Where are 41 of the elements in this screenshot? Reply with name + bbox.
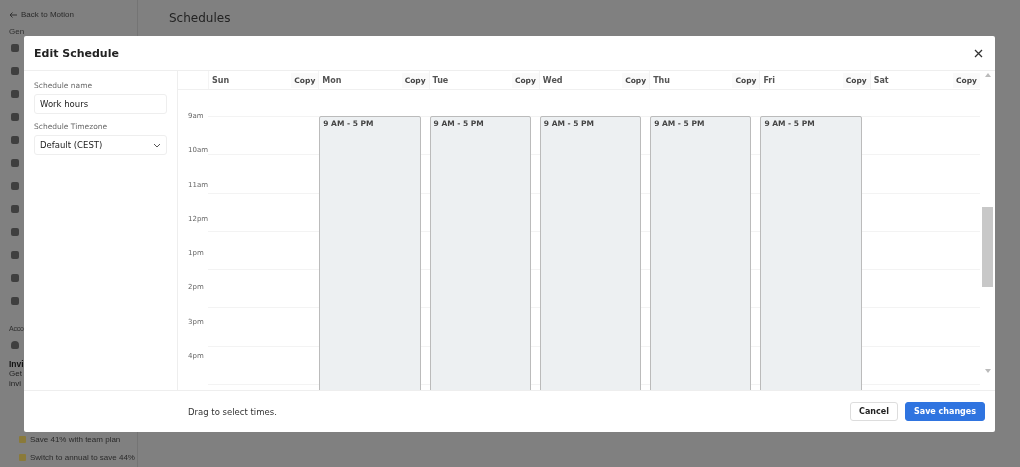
sidebar-icon[interactable] bbox=[11, 44, 19, 52]
scroll-up-icon[interactable] bbox=[984, 73, 991, 77]
scroll-down-icon[interactable] bbox=[984, 369, 991, 373]
sidebar-icon[interactable] bbox=[11, 90, 19, 98]
sidebar-icon[interactable] bbox=[11, 251, 19, 259]
promo-link[interactable]: Switch to annual to save 44% bbox=[19, 451, 137, 464]
promo-icon bbox=[19, 436, 26, 443]
sidebar-icon[interactable] bbox=[11, 205, 19, 213]
sidebar-icon[interactable] bbox=[11, 67, 19, 75]
sidebar-icon[interactable] bbox=[11, 228, 19, 236]
sidebar-icon[interactable] bbox=[11, 182, 19, 190]
scrollbar-thumb[interactable] bbox=[982, 207, 993, 287]
save-button[interactable]: Save changes bbox=[904, 402, 985, 421]
day-header: Sun bbox=[212, 75, 230, 85]
day-header: Tue bbox=[432, 75, 449, 85]
sidebar-icon[interactable] bbox=[11, 159, 19, 167]
sidebar-icon[interactable] bbox=[11, 113, 19, 121]
hint-text: Drag to select times. bbox=[188, 406, 277, 417]
invite-title: Invi bbox=[9, 359, 25, 369]
invite-text: invi bbox=[9, 379, 22, 389]
dialog-title: Edit Schedule bbox=[34, 46, 119, 60]
day-header: Sat bbox=[873, 75, 889, 85]
section-label: Gen bbox=[9, 27, 26, 36]
invite-text: Get bbox=[9, 369, 23, 379]
sidebar-icon[interactable] bbox=[11, 274, 19, 282]
sidebar-icon[interactable] bbox=[11, 136, 19, 144]
schedule-name-field[interactable]: Work hours bbox=[34, 94, 167, 114]
day-header: Wed bbox=[542, 75, 563, 85]
chevron-down-icon bbox=[153, 142, 161, 148]
day-header: Thu bbox=[653, 75, 670, 85]
promo-icon bbox=[19, 454, 26, 461]
close-icon[interactable] bbox=[974, 48, 983, 58]
back-link[interactable]: Back to Motion bbox=[9, 10, 137, 19]
promo-link[interactable]: Save 41% with team plan bbox=[19, 433, 137, 446]
day-header: Mon bbox=[322, 75, 342, 85]
back-arrow-icon bbox=[9, 11, 17, 18]
cancel-button[interactable]: Cancel bbox=[850, 402, 898, 421]
page-title: Schedules bbox=[169, 11, 232, 25]
day-header: Fri bbox=[763, 75, 776, 85]
sidebar-icon[interactable] bbox=[11, 297, 19, 305]
timezone-dropdown[interactable]: Default (CEST) bbox=[34, 135, 167, 155]
